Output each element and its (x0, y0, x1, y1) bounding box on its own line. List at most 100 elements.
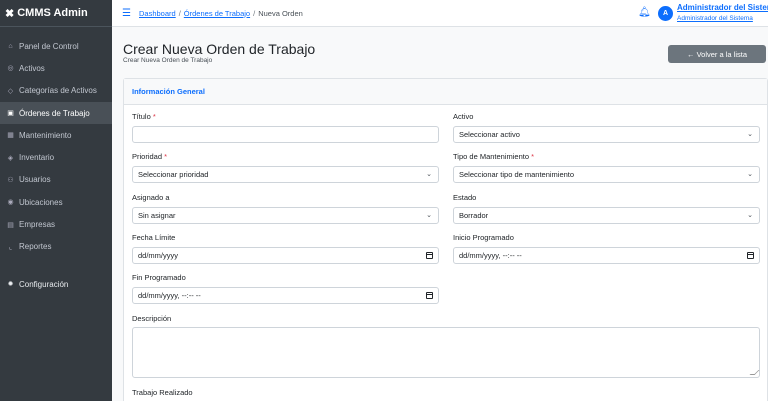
fin-value: dd/mm/yyyy, --:-- -- (138, 291, 201, 300)
fecha-limite-input[interactable]: dd/mm/yyyy (132, 247, 439, 264)
descripcion-label: Descripción (132, 314, 172, 323)
inicio-programado-input[interactable]: dd/mm/yyyy, --:-- -- (453, 247, 760, 264)
dashboard-icon: ⌂ (8, 42, 13, 50)
user-role-link[interactable]: Administrador del Sistema (677, 15, 753, 22)
inicio-programado-label: Inicio Programado (453, 233, 514, 242)
users-icon: ⚇ (7, 176, 14, 184)
sidebar-item-mantenimiento[interactable]: ▦ Mantenimiento (0, 124, 112, 146)
fin-programado-label: Fin Programado (132, 273, 186, 282)
calendar-icon[interactable] (426, 292, 433, 299)
sidebar-item-activos[interactable]: ◎ Activos (0, 57, 112, 79)
activo-select[interactable]: Seleccionar activo ⌄ (453, 126, 760, 143)
asignado-value: Sin asignar (138, 211, 176, 220)
fin-programado-input[interactable]: dd/mm/yyyy, --:-- -- (132, 287, 439, 304)
sidebar-nav: ⌂ Panel de Control ◎ Activos ◇ Categorías d… (0, 27, 112, 295)
breadcrumb-dashboard[interactable]: Dashboard (139, 9, 176, 18)
sidebar-item-label: Mantenimiento (19, 130, 72, 140)
settings-icon: ✹ (7, 281, 14, 289)
prioridad-label: Prioridad * (132, 152, 167, 161)
gear-icon: ◎ (7, 65, 14, 73)
bell-icon[interactable]: 🔔︎ (638, 7, 651, 18)
sidebar-item-configuracion[interactable]: ✹ Configuración (0, 273, 112, 295)
breadcrumb-separator: / (253, 8, 256, 18)
app-brand[interactable]: ✖ CMMS Admin (0, 0, 112, 27)
sidebar-item-empresas[interactable]: ▤ Empresas (0, 213, 112, 235)
descripcion-textarea[interactable] (132, 327, 760, 378)
tipo-value: Seleccionar tipo de mantenimiento (459, 170, 575, 179)
sidebar-item-categorias[interactable]: ◇ Categorías de Activos (0, 80, 112, 102)
sidebar-item-label: Órdenes de Trabajo (19, 108, 90, 118)
sidebar-item-ordenes[interactable]: ▣ Órdenes de Trabajo (0, 101, 112, 125)
tipo-mantenimiento-select[interactable]: Seleccionar tipo de mantenimiento ⌄ (453, 166, 760, 183)
titulo-input[interactable] (132, 126, 439, 143)
chevron-down-icon: ⌄ (747, 131, 753, 138)
chevron-down-icon: ⌄ (747, 171, 753, 178)
chart-icon: ⌞ (8, 243, 13, 251)
topbar: ☰ Dashboard / Órdenes de Trabajo / Nueva… (112, 0, 768, 27)
tools-icon: ✖ (5, 7, 15, 20)
prioridad-label-text: Prioridad (132, 152, 163, 161)
estado-label: Estado (453, 193, 477, 202)
sidebar-spacer (0, 258, 112, 273)
clipboard-icon: ▣ (7, 110, 14, 118)
calendar-icon: ▦ (7, 132, 14, 140)
sidebar-item-label: Usuarios (19, 175, 51, 185)
sidebar-item-label: Reportes (19, 242, 52, 252)
trabajo-realizado-label: Trabajo Realizado (132, 388, 193, 397)
section-title: Información General (124, 79, 767, 105)
page-subtitle: Crear Nueva Orden de Trabajo (123, 57, 213, 64)
tipo-mantenimiento-label: Tipo de Mantenimiento * (453, 152, 534, 161)
sidebar-item-label: Categorías de Activos (19, 86, 97, 96)
asignado-select[interactable]: Sin asignar ⌄ (132, 207, 439, 224)
sidebar-item-ubicaciones[interactable]: ◉ Ubicaciones (0, 191, 112, 213)
sidebar-item-label: Configuración (19, 279, 69, 289)
estado-select[interactable]: Borrador ⌄ (453, 207, 760, 224)
required-mark: * (531, 152, 535, 161)
user-name-link[interactable]: Administrador del Sistema (677, 3, 768, 12)
breadcrumb-separator: / (178, 8, 181, 18)
avatar[interactable]: A (658, 6, 673, 21)
tag-icon: ◇ (7, 87, 14, 95)
required-mark: * (152, 112, 156, 121)
chevron-down-icon: ⌄ (426, 171, 432, 178)
sidebar-item-panel-de-control[interactable]: ⌂ Panel de Control (0, 35, 112, 57)
activo-label: Activo (453, 112, 474, 121)
building-icon: ▤ (7, 221, 14, 229)
sidebar-item-label: Ubicaciones (19, 197, 63, 207)
inicio-value: dd/mm/yyyy, --:-- -- (459, 251, 522, 260)
chevron-down-icon: ⌄ (747, 212, 753, 219)
activo-value: Seleccionar activo (459, 130, 520, 139)
sidebar-item-inventario[interactable]: ◈ Inventario (0, 146, 112, 168)
sidebar-item-reportes[interactable]: ⌞ Reportes (0, 236, 112, 258)
titulo-label: Título * (132, 112, 156, 121)
estado-value: Borrador (459, 211, 489, 220)
back-to-list-button[interactable]: ← Volver a la lista (668, 45, 766, 63)
sidebar-item-label: Panel de Control (19, 41, 79, 51)
sidebar-item-label: Activos (19, 63, 45, 73)
chevron-down-icon: ⌄ (426, 212, 432, 219)
page-title: Crear Nueva Orden de Trabajo (123, 41, 316, 57)
resize-handle-icon[interactable] (749, 370, 760, 375)
breadcrumb-ordenes[interactable]: Órdenes de Trabajo (184, 9, 250, 18)
prioridad-value: Seleccionar prioridad (138, 170, 209, 179)
breadcrumb: Dashboard / Órdenes de Trabajo / Nueva O… (139, 9, 303, 18)
location-icon: ◉ (7, 199, 14, 207)
menu-toggle-icon[interactable]: ☰ (122, 8, 134, 19)
form-card: Información General Título * Activo Sele… (123, 78, 768, 401)
titulo-label-text: Título (132, 112, 151, 121)
sidebar-item-label: Empresas (19, 220, 56, 230)
sidebar: ✖ CMMS Admin ⌂ Panel de Control ◎ Activos … (0, 0, 112, 401)
box-icon: ◈ (7, 154, 14, 162)
tipo-label-text: Tipo de Mantenimiento (453, 152, 530, 161)
breadcrumb-current: Nueva Orden (258, 8, 303, 18)
sidebar-item-label: Inventario (19, 153, 55, 163)
fecha-limite-value: dd/mm/yyyy (138, 251, 179, 260)
prioridad-select[interactable]: Seleccionar prioridad ⌄ (132, 166, 439, 183)
calendar-icon[interactable] (426, 252, 433, 259)
asignado-label: Asignado a (132, 193, 170, 202)
fecha-limite-label: Fecha Límite (132, 233, 176, 242)
calendar-icon[interactable] (747, 252, 754, 259)
app-title: CMMS Admin (17, 7, 88, 19)
sidebar-item-usuarios[interactable]: ⚇ Usuarios (0, 169, 112, 191)
required-mark: * (164, 152, 168, 161)
